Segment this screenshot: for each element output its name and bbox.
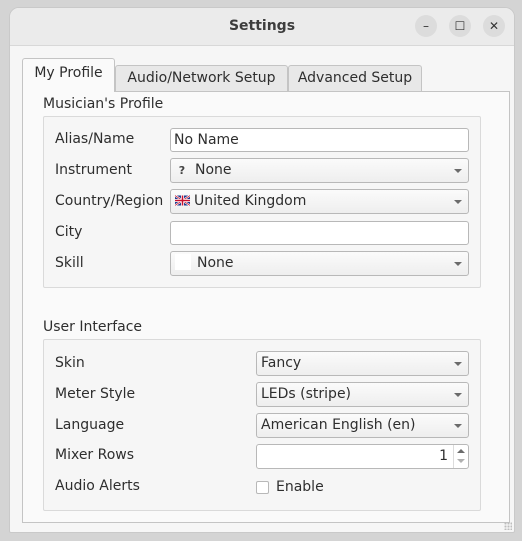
uk-flag-icon xyxy=(175,195,190,206)
tab-my-profile[interactable]: My Profile xyxy=(22,58,115,92)
user-interface-group: Skin Fancy Meter Style LEDs (stripe) Lan… xyxy=(43,339,481,511)
country-value: United Kingdom xyxy=(194,193,307,209)
meter-style-select[interactable]: LEDs (stripe) xyxy=(256,382,469,407)
maximize-icon: ☐ xyxy=(454,19,466,33)
tab-audio-network-setup[interactable]: Audio/Network Setup xyxy=(115,65,288,92)
alias-input[interactable]: No Name xyxy=(170,128,469,152)
skill-color-swatch xyxy=(175,254,191,270)
title-bar: Settings – ☐ ✕ xyxy=(10,8,514,46)
minimize-button[interactable]: – xyxy=(415,15,437,37)
spin-up-icon[interactable] xyxy=(457,449,465,453)
skin-label: Skin xyxy=(55,355,85,371)
musicians-profile-group: Alias/Name No Name Instrument ? None Coun… xyxy=(43,116,481,288)
instrument-value: None xyxy=(195,162,232,178)
musicians-profile-title: Musician's Profile xyxy=(43,96,164,112)
window-title: Settings xyxy=(228,18,296,34)
settings-window: Settings – ☐ ✕ My Profile Audio/Network … xyxy=(9,7,515,533)
skill-value: None xyxy=(197,255,234,271)
chevron-down-icon xyxy=(454,200,462,204)
tab-advanced-setup[interactable]: Advanced Setup xyxy=(288,65,422,92)
chevron-down-icon xyxy=(454,362,462,366)
meter-style-value: LEDs (stripe) xyxy=(261,386,352,402)
my-profile-panel: Musician's Profile Alias/Name No Name In… xyxy=(22,91,510,523)
maximize-button[interactable]: ☐ xyxy=(449,15,471,37)
city-input[interactable] xyxy=(170,221,469,245)
mixer-rows-spinbox[interactable]: 1 xyxy=(256,444,469,469)
country-select[interactable]: United Kingdom xyxy=(170,189,469,214)
alias-label: Alias/Name xyxy=(55,131,135,147)
close-icon: ✕ xyxy=(488,19,500,33)
city-label: City xyxy=(55,224,83,240)
audio-alerts-label: Audio Alerts xyxy=(55,478,140,494)
mixer-rows-value: 1 xyxy=(439,448,448,464)
audio-alerts-checkbox[interactable] xyxy=(256,481,269,494)
language-select[interactable]: American English (en) xyxy=(256,413,469,438)
minimize-icon: – xyxy=(423,19,429,33)
audio-alerts-enable-label[interactable]: Enable xyxy=(276,479,324,495)
skin-select[interactable]: Fancy xyxy=(256,351,469,376)
resize-grip[interactable] xyxy=(504,522,512,530)
meter-style-label: Meter Style xyxy=(55,386,136,402)
chevron-down-icon xyxy=(454,262,462,266)
mixer-rows-label: Mixer Rows xyxy=(55,447,135,463)
user-interface-title: User Interface xyxy=(43,319,143,335)
language-value: American English (en) xyxy=(261,417,416,433)
instrument-label: Instrument xyxy=(55,162,133,178)
spin-down-icon[interactable] xyxy=(457,459,465,463)
close-button[interactable]: ✕ xyxy=(483,15,505,37)
language-label: Language xyxy=(55,417,125,433)
skill-label: Skill xyxy=(55,255,84,271)
skin-value: Fancy xyxy=(261,355,302,371)
chevron-down-icon xyxy=(454,393,462,397)
chevron-down-icon xyxy=(454,169,462,173)
chevron-down-icon xyxy=(454,424,462,428)
unknown-instrument-icon: ? xyxy=(178,164,186,177)
instrument-select[interactable]: ? None xyxy=(170,158,469,183)
country-label: Country/Region xyxy=(55,193,164,209)
skill-select[interactable]: None xyxy=(170,251,469,276)
spin-buttons xyxy=(453,445,468,468)
